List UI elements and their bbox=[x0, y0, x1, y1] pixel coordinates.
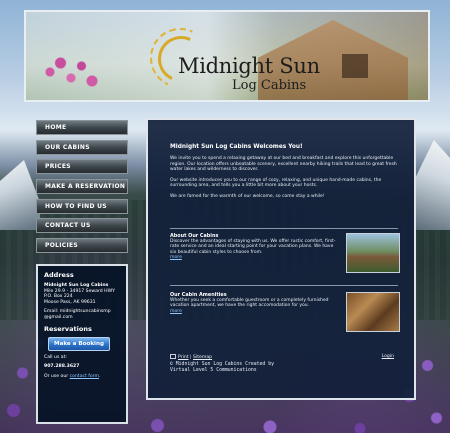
more-link-amenities[interactable]: more bbox=[170, 309, 338, 314]
or-use-label: Or use our bbox=[44, 373, 69, 379]
print-link[interactable]: Print bbox=[178, 355, 189, 360]
welcome-paragraph-3: We are famed for the warmth of our welco… bbox=[170, 193, 325, 199]
reservations-heading: Reservations bbox=[44, 324, 92, 333]
fireweed-flowers bbox=[36, 42, 106, 100]
header-banner: Midnight Sun Log Cabins bbox=[24, 10, 430, 102]
welcome-heading: Midnight Sun Log Cabins Welcomes You! bbox=[170, 144, 303, 150]
footer-links: Print | Sitemap bbox=[170, 354, 212, 360]
nav-how-to-find-us[interactable]: HOW TO FIND US bbox=[36, 198, 128, 214]
nav-our-cabins[interactable]: OUR CABINS bbox=[36, 139, 128, 155]
sidebar-info-box: Address Midnight Sun Log Cabins Mile 29.… bbox=[36, 264, 128, 424]
mountain-left bbox=[0, 160, 40, 230]
logo-subtitle[interactable]: Log Cabins bbox=[232, 78, 306, 93]
feature-about-cabins: About Our Cabins Discover the advantages… bbox=[170, 233, 400, 277]
feature-text: About Our Cabins Discover the advantages… bbox=[170, 233, 338, 260]
contact-form-line: Or use our contact form. bbox=[44, 374, 120, 380]
address-heading: Address bbox=[44, 271, 74, 279]
feature-body: Discover the advantages of staying with … bbox=[170, 239, 336, 255]
welcome-paragraph-2: Our website introduces you to our range … bbox=[170, 177, 382, 189]
sitemap-link[interactable]: Sitemap bbox=[193, 355, 212, 360]
amenities-thumbnail[interactable] bbox=[346, 292, 400, 332]
logo-title[interactable]: Midnight Sun bbox=[178, 54, 320, 78]
more-link-cabins[interactable]: more bbox=[170, 255, 338, 260]
feature-body: Whether you seek a comfortable guestroom… bbox=[170, 298, 329, 309]
main-nav: HOME OUR CABINS PRICES MAKE A RESERVATIO… bbox=[36, 120, 128, 258]
nav-home[interactable]: HOME bbox=[36, 120, 128, 135]
nav-prices[interactable]: PRICES bbox=[36, 159, 128, 175]
nav-make-reservation[interactable]: MAKE A RESERVATION bbox=[36, 179, 128, 195]
nav-contact-us[interactable]: CONTACT US bbox=[36, 218, 128, 234]
cabin-window bbox=[342, 54, 368, 78]
mountain-right bbox=[414, 140, 450, 230]
welcome-paragraph-1: We invite you to spend a relaxing getawa… bbox=[170, 156, 397, 173]
login-link[interactable]: Login bbox=[382, 354, 394, 359]
feature-amenities: Our Cabin Amenities Whether you seek a c… bbox=[170, 292, 400, 336]
copyright-line-2: Virtual Level 5 Communications bbox=[170, 368, 257, 373]
divider bbox=[170, 285, 398, 286]
cabin-thumbnail[interactable] bbox=[346, 233, 400, 273]
period: . bbox=[99, 373, 101, 379]
main-content: Midnight Sun Log Cabins Welcomes You! We… bbox=[146, 118, 416, 400]
nav-policies[interactable]: POLICIES bbox=[36, 238, 128, 254]
feature-text: Our Cabin Amenities Whether you seek a c… bbox=[170, 292, 338, 314]
make-a-booking-button[interactable]: Make a Booking bbox=[48, 336, 110, 351]
divider bbox=[170, 228, 398, 229]
print-icon[interactable] bbox=[170, 354, 176, 359]
copyright-text: © Midnight Sun Log Cabins Created by Vir… bbox=[170, 362, 274, 374]
contact-form-link[interactable]: contact form bbox=[70, 374, 99, 379]
welcome-section: Midnight Sun Log Cabins Welcomes You! We… bbox=[170, 144, 406, 205]
